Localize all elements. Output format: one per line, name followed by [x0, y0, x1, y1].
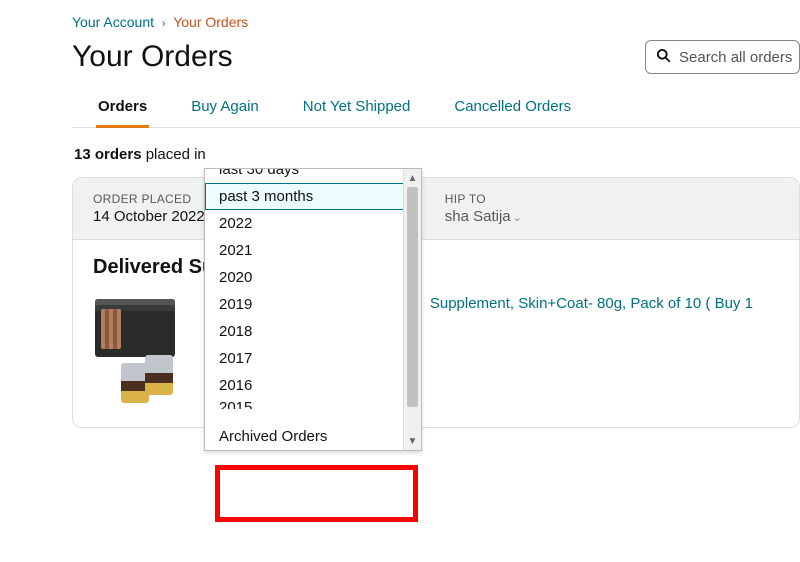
order-placed-label: ORDER PLACED — [93, 192, 205, 206]
search-icon — [656, 48, 671, 67]
dropdown-option-2021[interactable]: 2021 — [205, 237, 421, 264]
scrollbar-thumb[interactable] — [407, 187, 418, 407]
delivery-status: Delivered Sur — [93, 256, 779, 279]
time-filter-dropdown[interactable]: last 30 days past 3 months 2022 2021 202… — [204, 168, 422, 451]
filter-summary: 13 orders placed in — [74, 146, 800, 163]
dropdown-option-2017[interactable]: 2017 — [205, 345, 421, 372]
dropdown-option-2018[interactable]: 2018 — [205, 318, 421, 345]
tab-cancelled-orders[interactable]: Cancelled Orders — [452, 92, 573, 127]
order-header: ORDER PLACED 14 October 2022 HIP TO sha … — [73, 178, 799, 240]
dropdown-option-last-30-days[interactable]: last 30 days — [205, 169, 421, 183]
breadcrumb: Your Account › Your Orders — [72, 14, 800, 30]
order-placed-date: 14 October 2022 — [93, 208, 205, 225]
dropdown-option-2022[interactable]: 2022 — [205, 210, 421, 237]
search-input[interactable]: Search all orders — [645, 40, 800, 74]
chevron-down-icon: ⌄ — [513, 212, 522, 224]
annotation-highlight-box — [215, 465, 418, 522]
dropdown-option-2016[interactable]: 2016 — [205, 372, 421, 399]
dropdown-option-2019[interactable]: 2019 — [205, 291, 421, 318]
product-thumbnail[interactable] — [93, 293, 189, 403]
breadcrumb-separator: › — [162, 18, 166, 30]
ship-to-name[interactable]: sha Satija⌄ — [445, 208, 522, 225]
ship-to-label: HIP TO — [445, 192, 522, 206]
tab-buy-again[interactable]: Buy Again — [189, 92, 261, 127]
breadcrumb-current: Your Orders — [173, 14, 248, 30]
order-card: ORDER PLACED 14 October 2022 HIP TO sha … — [72, 177, 800, 428]
dropdown-option-past-3-months[interactable]: past 3 months — [205, 183, 421, 210]
order-count: 13 orders — [74, 146, 142, 163]
order-tabs: Orders Buy Again Not Yet Shipped Cancell… — [72, 92, 800, 128]
scroll-up-arrow-icon[interactable]: ▲ — [404, 169, 421, 187]
dropdown-option-2015[interactable]: 2015 — [205, 399, 421, 409]
dropdown-scrollbar[interactable]: ▲ ▼ — [403, 169, 421, 450]
dropdown-option-archived-orders[interactable]: Archived Orders — [205, 423, 421, 450]
page-title: Your Orders — [72, 40, 233, 74]
search-placeholder: Search all orders — [679, 49, 792, 66]
tab-not-yet-shipped[interactable]: Not Yet Shipped — [301, 92, 413, 127]
tab-orders[interactable]: Orders — [96, 92, 149, 128]
scroll-down-arrow-icon[interactable]: ▼ — [404, 432, 421, 450]
breadcrumb-account-link[interactable]: Your Account — [72, 14, 154, 30]
dropdown-option-2020[interactable]: 2020 — [205, 264, 421, 291]
